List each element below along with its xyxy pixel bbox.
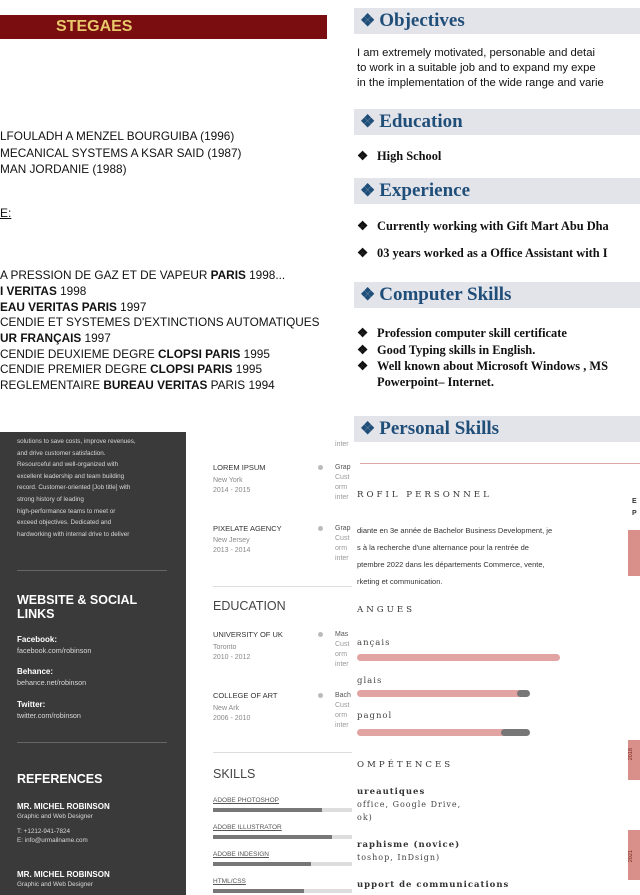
language-bar-remainder xyxy=(517,690,530,697)
diamond-bullet-icon: ❖ xyxy=(360,181,376,200)
certificate-line: CENDIE DEUXIEME DEGRE CLOPSI PARIS 1995 xyxy=(0,347,270,361)
certificate-line: CENDIE ET SYSTEMES D'EXTINCTIONS AUTOMAT… xyxy=(0,315,320,329)
twitter-link[interactable]: twitter.com/robinson xyxy=(17,711,81,720)
references-heading: REFERENCES xyxy=(17,772,103,786)
skills-heading: OMPÉTENCES xyxy=(357,760,454,770)
school-city: New Ark xyxy=(213,705,240,712)
skill-label: ADOBE INDESIGN xyxy=(213,851,269,858)
job-years: 2014 - 2015 xyxy=(213,487,251,494)
reference-name: MR. MICHEL ROBINSON xyxy=(17,802,110,811)
banner-title: STEGAES xyxy=(56,18,133,35)
school-name: UNIVERSITY OF UK xyxy=(213,630,283,639)
diamond-bullet-icon: ❖ xyxy=(360,285,376,304)
language-name: pagnol xyxy=(357,711,393,721)
skill-bar xyxy=(213,862,311,866)
facebook-link[interactable]: facebook.com/robinson xyxy=(17,646,91,655)
reference-role: Graphic and Web Designer xyxy=(17,881,93,888)
experience-item: ❖ 03 years worked as a Office Assistant w… xyxy=(357,246,608,260)
timeline-dot xyxy=(318,465,323,470)
experience-item: ❖ Currently working with Gift Mart Abu Dh… xyxy=(357,219,609,233)
diamond-bullet-icon: ❖ xyxy=(357,246,369,260)
diamond-bullet-icon: ❖ xyxy=(357,149,369,163)
skill-category: upport de communications xyxy=(357,880,510,890)
certificate-line: I VERITAS 1998 xyxy=(0,284,87,298)
job-years: 2013 - 2014 xyxy=(213,547,251,554)
skills-title: SKILLS xyxy=(213,767,256,781)
text-line: LFOULADH A MENZEL BOURGUIBA (1996) xyxy=(0,129,235,143)
job-city: New Jersey xyxy=(213,537,250,544)
diamond-bullet-icon: ❖ xyxy=(357,359,369,373)
twitter-label: Twitter: xyxy=(17,700,46,709)
timeline-dot xyxy=(318,526,323,531)
certificate-line: UR FRANÇAIS 1997 xyxy=(0,331,111,345)
diamond-bullet-icon: ❖ xyxy=(357,326,369,340)
reference-phone: T: +1212-941-7824 xyxy=(17,828,71,835)
reference-role: Graphic and Web Designer xyxy=(17,813,93,820)
divider xyxy=(17,742,167,743)
intro-text: solutions to save costs, improve revenue… xyxy=(17,438,136,538)
divider xyxy=(17,570,167,571)
skill-bar xyxy=(213,808,322,812)
school-years: 2006 - 2010 xyxy=(213,715,251,722)
school-years: 2010 - 2012 xyxy=(213,654,251,661)
diamond-bullet-icon: ❖ xyxy=(357,219,369,233)
behance-link[interactable]: behance.net/robinson xyxy=(17,678,86,687)
certificate-line: A PRESSION DE GAZ ET DE VAPEUR PARIS 199… xyxy=(0,268,286,282)
computer-skill-item: ❖ Profession computer skill certificate xyxy=(357,326,567,340)
skill-label: ADOBE PHOTOSHOP xyxy=(213,797,279,804)
certificate-line: CENDIE PREMIER DEGRE CLOPSI PARIS 1995 xyxy=(0,362,263,376)
language-bar xyxy=(357,729,507,736)
profile-text: diante en 3e année de Bachelor Business … xyxy=(357,526,553,586)
website-heading: WEBSITE & SOCIAL LINKS xyxy=(17,593,138,621)
text-line: MAN JORDANIE (1988) xyxy=(0,162,127,176)
education-heading: ❖ Education xyxy=(354,109,640,135)
skill-label: ADOBE ILLUSTRATOR xyxy=(213,824,282,831)
school-name: COLLEGE OF ART xyxy=(213,691,278,700)
education-title: EDUCATION xyxy=(213,599,286,613)
language-name: ançais xyxy=(357,638,391,648)
school-city: Toronto xyxy=(213,644,237,651)
skill-bar xyxy=(213,889,304,893)
profile-heading: ROFIL PERSONNEL xyxy=(357,490,492,500)
behance-label: Behance: xyxy=(17,667,54,676)
job-company: PIXELATE AGENCY xyxy=(213,524,282,533)
text-line: MECANICAL SYSTEMS A KSAR SAID (1987) xyxy=(0,146,242,160)
certificate-line: EAU VERITAS PARIS 1997 xyxy=(0,300,147,314)
certificate-line: REGLEMENTAIRE BUREAU VERITAS PARIS 1994 xyxy=(0,378,275,392)
diamond-bullet-icon: ❖ xyxy=(360,112,376,131)
skill-bar xyxy=(213,835,332,839)
experience-heading: ❖ Experience xyxy=(354,178,640,204)
timeline-dot xyxy=(318,693,323,698)
diamond-bullet-icon: ❖ xyxy=(360,11,376,30)
language-bar-remainder xyxy=(501,729,530,736)
skill-category: ureautiques xyxy=(357,787,426,797)
facebook-label: Facebook: xyxy=(17,635,58,644)
job-city: New York xyxy=(213,477,243,484)
personal-skills-heading: ❖ Personal Skills xyxy=(354,416,640,442)
reference-name: MR. MICHEL ROBINSON xyxy=(17,870,110,879)
timeline-dot xyxy=(318,632,323,637)
timeline-accent xyxy=(628,530,640,576)
skill-label: HTML/CSS xyxy=(213,878,246,885)
language-bar xyxy=(357,690,523,697)
computer-skills-heading: ❖ Computer Skills xyxy=(354,282,640,308)
computer-skill-item: ❖ Good Typing skills in English. xyxy=(357,343,536,357)
language-bar xyxy=(357,654,560,661)
computer-skill-item: ❖ Well known about Microsoft Windows , MS xyxy=(357,359,608,373)
languages-heading: ANGUES xyxy=(357,605,415,615)
education-item: ❖ High School xyxy=(357,149,442,163)
header-banner: STEGAES xyxy=(0,15,327,39)
objectives-heading: ❖ Objectives xyxy=(354,8,640,34)
french-resume-card xyxy=(352,445,640,895)
objectives-text: I am extremely motivated, personable and… xyxy=(357,47,604,89)
job-company: LOREM IPSUM xyxy=(213,463,266,472)
diamond-bullet-icon: ❖ xyxy=(360,419,376,438)
reference-email: E: info@urmailname.com xyxy=(17,837,88,844)
computer-skill-item-cont: Powerpoint– Internet. xyxy=(377,375,495,389)
skill-category: raphisme (novice) xyxy=(357,840,461,850)
diamond-bullet-icon: ❖ xyxy=(357,343,369,357)
language-name: glais xyxy=(357,676,383,686)
section-label: E: xyxy=(0,206,12,220)
